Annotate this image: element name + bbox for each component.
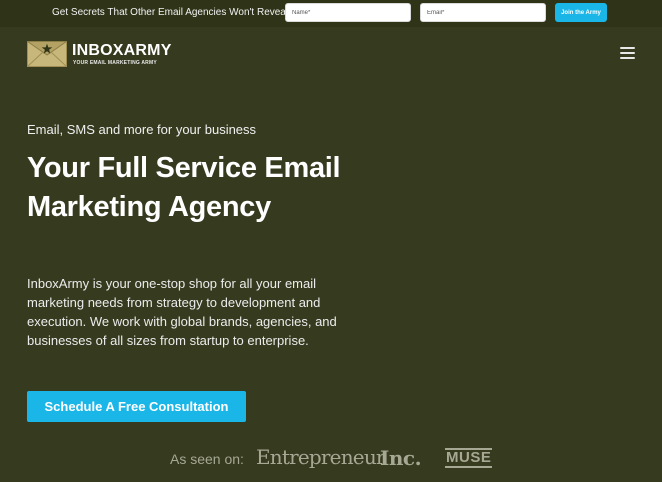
inboxarmy-logo[interactable]: INBOXARMY YOUR EMAIL MARKETING ARMY <box>27 41 171 69</box>
hero-description: InboxArmy is your one-stop shop for all … <box>27 276 337 348</box>
hero-headline: Your Full Service Email Marketing Agency <box>27 152 341 223</box>
envelope-star-logo-icon <box>27 41 67 67</box>
name-input[interactable] <box>285 3 411 22</box>
logo-tagline: YOUR EMAIL MARKETING ARMY <box>73 60 157 66</box>
top-promo-bar: Get Secrets That Other Email Agencies Wo… <box>0 0 662 27</box>
hero-eyebrow: Email, SMS and more for your business <box>27 122 257 137</box>
logo-wordmark: INBOXARMY <box>72 42 172 59</box>
as-seen-on-label: As seen on: <box>170 451 244 467</box>
email-input[interactable] <box>420 3 546 22</box>
inc-logo: Inc. <box>380 446 422 470</box>
hamburger-menu-icon[interactable] <box>620 47 635 59</box>
schedule-consultation-button[interactable]: Schedule A Free Consultation <box>27 391 246 422</box>
entrepreneur-logo: Entrepreneur <box>256 445 385 469</box>
join-the-army-button[interactable]: Join the Army <box>555 3 607 22</box>
muse-logo: MUSE <box>445 448 493 468</box>
promo-text: Get Secrets That Other Email Agencies Wo… <box>52 7 289 18</box>
